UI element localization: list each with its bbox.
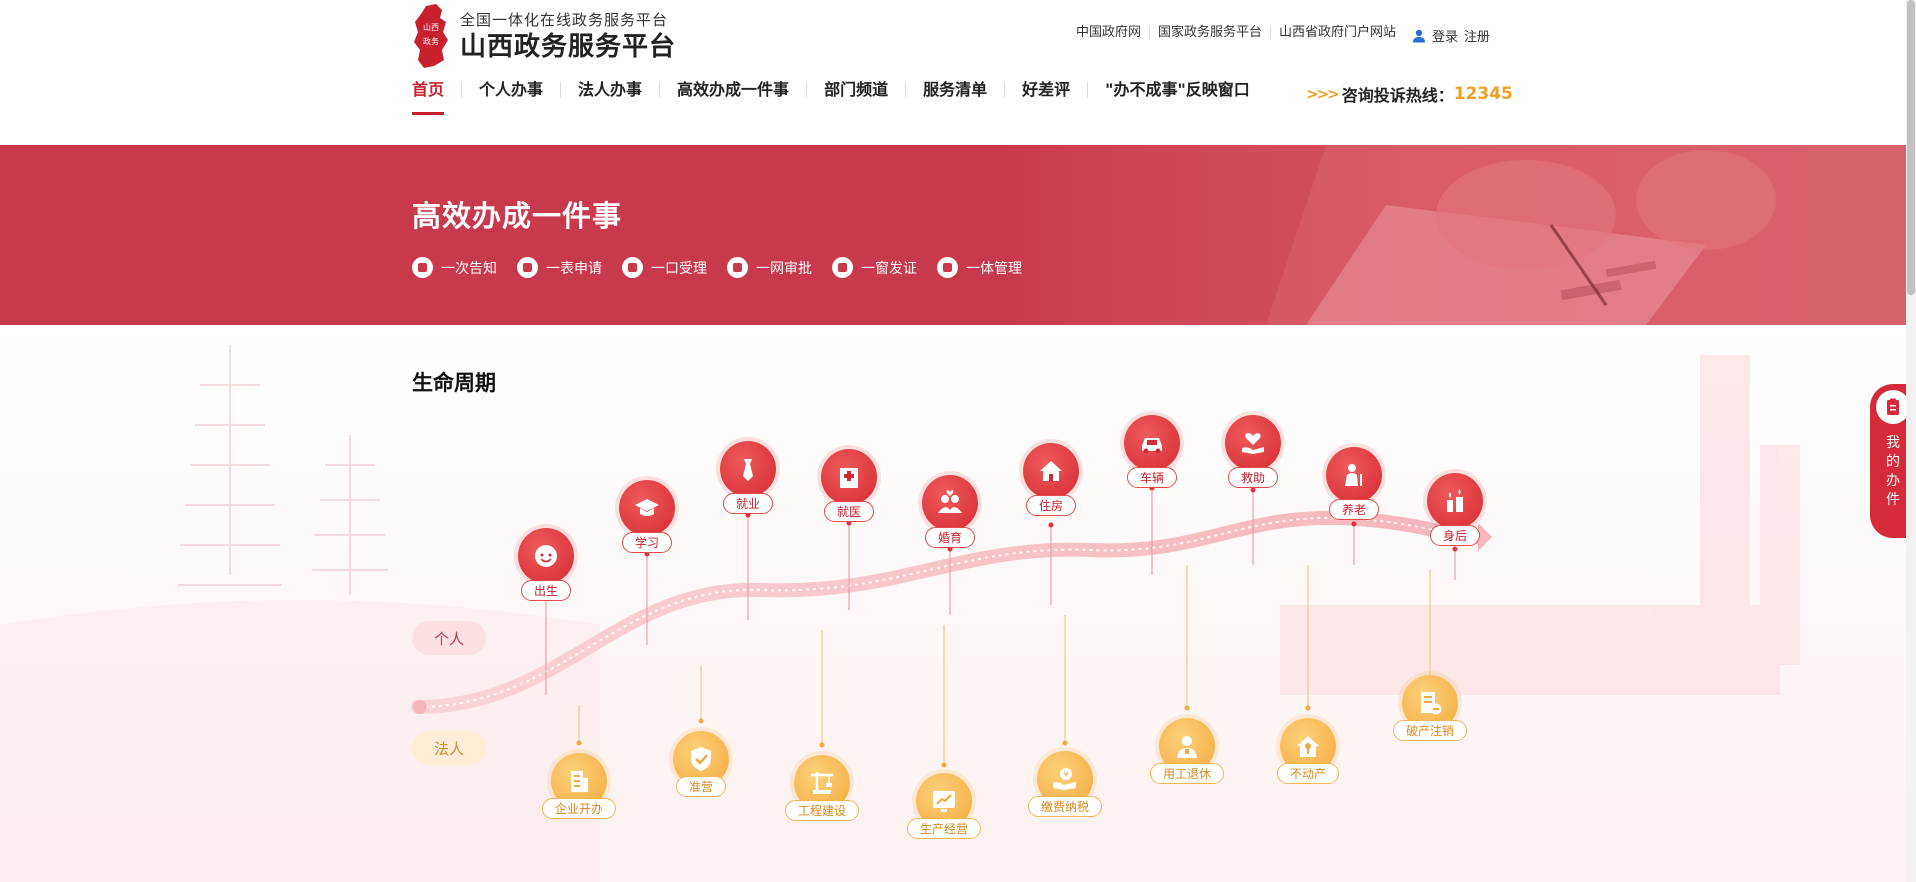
approval-icon bbox=[727, 257, 748, 278]
couple-icon[interactable] bbox=[922, 475, 978, 531]
feature-one-approval: 一网审批 bbox=[727, 257, 812, 278]
baby-icon[interactable] bbox=[518, 528, 574, 584]
top-link-national[interactable]: 国家政务服务平台 bbox=[1150, 26, 1272, 40]
corp-node-label[interactable]: 不动产 bbox=[1276, 763, 1340, 784]
feature-label: 一口受理 bbox=[651, 260, 707, 277]
corp-node-label[interactable]: 工程建设 bbox=[784, 800, 860, 821]
hotline-number: 12345 bbox=[1453, 84, 1513, 104]
corp-node-label[interactable]: 企业开办 bbox=[541, 798, 617, 819]
banner-title: 高效办成一件事 bbox=[412, 199, 623, 233]
heart-hand-icon[interactable] bbox=[1225, 415, 1281, 471]
feature-one-issue: 一窗发证 bbox=[832, 257, 917, 278]
login-link[interactable]: 登录 bbox=[1432, 26, 1458, 45]
accept-icon bbox=[622, 257, 643, 278]
person-node-label[interactable]: 养老 bbox=[1328, 499, 1380, 520]
feature-label: 一表申请 bbox=[546, 260, 602, 277]
nav-rating[interactable]: 好差评 bbox=[1004, 82, 1087, 98]
top-link-shanxi-portal[interactable]: 山西省政府门户网站 bbox=[1271, 26, 1404, 40]
chevrons-icon: >>> bbox=[1306, 85, 1340, 103]
logo-subtitle: 全国一体化在线政务服务平台 bbox=[460, 11, 669, 29]
logo-badge-text-1: 山西 bbox=[423, 22, 439, 32]
form-icon bbox=[517, 257, 538, 278]
corp-row-tag: 法人 bbox=[412, 731, 486, 765]
hotline: >>> 咨询投诉热线： 12345 bbox=[1306, 82, 1513, 106]
feature-one-form: 一表申请 bbox=[517, 257, 602, 278]
candle-icon[interactable] bbox=[1427, 473, 1483, 529]
issue-icon bbox=[832, 257, 853, 278]
svg-text:¥: ¥ bbox=[1063, 770, 1068, 779]
feature-label: 一窗发证 bbox=[861, 260, 917, 277]
logo-badge-text-2: 政务 bbox=[423, 36, 439, 46]
person-node-label[interactable]: 就业 bbox=[722, 493, 774, 514]
top-link-gov[interactable]: 中国政府网 bbox=[1076, 26, 1151, 40]
feature-one-manage: 一体管理 bbox=[937, 257, 1022, 278]
person-node-label[interactable]: 身后 bbox=[1429, 525, 1481, 546]
corp-node-label[interactable]: 生产经营 bbox=[906, 818, 982, 839]
nav-departments[interactable]: 部门频道 bbox=[806, 82, 905, 98]
nav-personal[interactable]: 个人办事 bbox=[461, 82, 560, 98]
notice-icon bbox=[412, 257, 433, 278]
corp-node-label[interactable]: 破产注销 bbox=[1392, 720, 1468, 741]
nav-corporate[interactable]: 法人办事 bbox=[560, 82, 659, 98]
person-node-label[interactable]: 就医 bbox=[823, 501, 875, 522]
car-icon[interactable] bbox=[1124, 415, 1180, 471]
feature-label: 一网审批 bbox=[756, 260, 812, 277]
house-icon[interactable] bbox=[1023, 443, 1079, 499]
main-nav: 首页 个人办事 法人办事 高效办成一件事 部门频道 服务清单 好差评 "办不成事… bbox=[412, 82, 1267, 115]
manage-icon bbox=[937, 257, 958, 278]
lifecycle-section: 生命周期 个人 法人 出生 学习 就业 就医 婚育 住房 车辆 救助 养老 身后… bbox=[0, 325, 1906, 882]
hospital-icon[interactable] bbox=[821, 449, 877, 505]
nav-service-list[interactable]: 服务清单 bbox=[905, 82, 1004, 98]
clipboard-icon bbox=[1876, 390, 1910, 424]
my-cases-label: 我的办件 bbox=[1886, 435, 1900, 508]
feature-label: 一次告知 bbox=[441, 260, 497, 277]
site-header: 山西 政务 全国一体化在线政务服务平台 山西政务服务平台 中国政府网 国家政务服… bbox=[0, 0, 1906, 145]
feature-one-notice: 一次告知 bbox=[412, 257, 497, 278]
login-area: 登录 注册 bbox=[1412, 26, 1490, 45]
shanxi-logo-icon[interactable]: 山西 政务 bbox=[412, 4, 450, 68]
person-node-label[interactable]: 学习 bbox=[621, 532, 673, 553]
person-node-label[interactable]: 婚育 bbox=[924, 527, 976, 548]
nav-one-thing[interactable]: 高效办成一件事 bbox=[659, 82, 806, 98]
tie-icon[interactable] bbox=[720, 441, 776, 497]
top-links: 中国政府网 国家政务服务平台 山西省政府门户网站 bbox=[1076, 26, 1404, 40]
banner-features: 一次告知 一表申请 一口受理 一网审批 一窗发证 一体管理 bbox=[412, 257, 1022, 278]
person-node-label[interactable]: 救助 bbox=[1227, 467, 1279, 488]
hero-banner: 高效办成一件事 一次告知 一表申请 一口受理 一网审批 一窗发证 一体管理 bbox=[0, 145, 1906, 325]
nav-feedback-window[interactable]: "办不成事"反映窗口 bbox=[1087, 82, 1267, 98]
scrollbar-thumb[interactable] bbox=[1907, 0, 1915, 295]
user-icon bbox=[1413, 29, 1425, 42]
hotline-label: 咨询投诉热线： bbox=[1341, 86, 1454, 105]
corp-node-label[interactable]: 用工退休 bbox=[1149, 763, 1225, 784]
elder-icon[interactable] bbox=[1326, 447, 1382, 503]
feature-label: 一体管理 bbox=[966, 260, 1022, 277]
graduation-cap-icon[interactable] bbox=[619, 480, 675, 536]
nav-home[interactable]: 首页 bbox=[412, 82, 461, 115]
logo-text[interactable]: 全国一体化在线政务服务平台 山西政务服务平台 bbox=[460, 10, 676, 64]
feature-one-accept: 一口受理 bbox=[622, 257, 707, 278]
person-node-label[interactable]: 出生 bbox=[520, 580, 572, 601]
logo-title: 山西政务服务平台 bbox=[460, 32, 677, 62]
signing-hands-illustration bbox=[1006, 145, 1906, 325]
corp-node-label[interactable]: 准营 bbox=[675, 776, 727, 797]
register-link[interactable]: 注册 bbox=[1464, 26, 1490, 45]
page-scrollbar[interactable] bbox=[1906, 0, 1916, 882]
corp-node-label[interactable]: 缴费纳税 bbox=[1027, 796, 1103, 817]
person-node-label[interactable]: 车辆 bbox=[1126, 467, 1178, 488]
person-row-tag: 个人 bbox=[412, 621, 486, 655]
person-node-label[interactable]: 住房 bbox=[1025, 495, 1077, 516]
lifecycle-title: 生命周期 bbox=[412, 371, 496, 395]
